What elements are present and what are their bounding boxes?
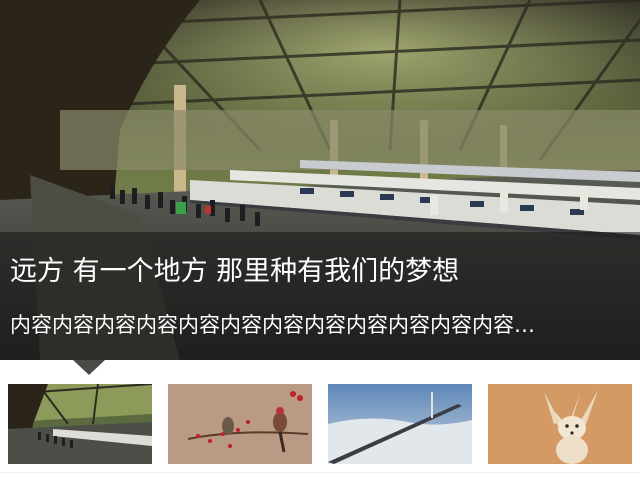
slide-description: 内容内容内容内容内容内容内容内容内容内容内容内容… bbox=[10, 313, 535, 337]
thumbnail-fennec-fox[interactable] bbox=[488, 384, 632, 464]
caption-overlay bbox=[0, 232, 640, 360]
thumbnail-train-station[interactable] bbox=[8, 384, 152, 464]
thumbnail-birds-on-branch[interactable] bbox=[168, 384, 312, 464]
thumbnail-bridge-over-clouds[interactable] bbox=[328, 384, 472, 464]
active-thumbnail-pointer-icon bbox=[73, 360, 105, 375]
bottom-divider bbox=[0, 472, 640, 473]
slide-image[interactable]: 远方 有一个地方 那里种有我们的梦想 内容内容内容内容内容内容内容内容内容内容内… bbox=[0, 0, 640, 360]
slide-title: 远方 有一个地方 那里种有我们的梦想 bbox=[10, 256, 460, 287]
